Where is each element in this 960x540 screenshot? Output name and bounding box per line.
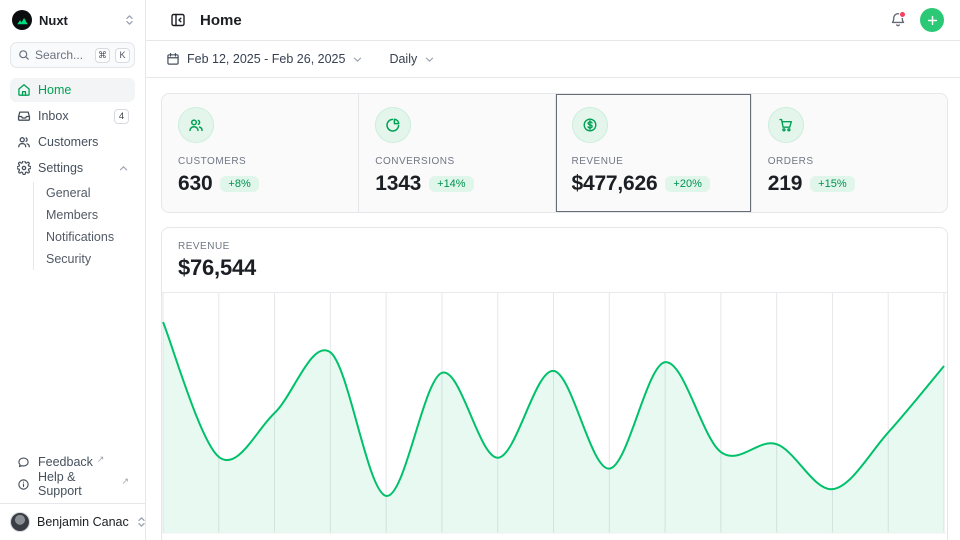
date-range-picker[interactable]: Feb 12, 2025 - Feb 26, 2025 <box>166 52 363 66</box>
filters-toolbar: Feb 12, 2025 - Feb 26, 2025 Daily <box>146 41 960 78</box>
stat-value: 1343 <box>375 172 421 196</box>
sidebar-item-general[interactable]: General <box>46 182 125 204</box>
sidebar-item-home[interactable]: Home <box>10 78 135 102</box>
user-name: Benjamin Canac <box>37 515 129 529</box>
avatar <box>10 512 30 532</box>
nuxt-logo-icon <box>12 10 32 30</box>
stat-delta-badge: +14% <box>429 176 473 192</box>
chevron-up-icon <box>118 163 129 174</box>
notifications-button[interactable] <box>886 8 910 32</box>
subnav-label: Members <box>46 208 98 222</box>
help-support-link[interactable]: Help & Support ↗ <box>10 473 135 495</box>
stat-card-orders[interactable]: ORDERS 219 +15% <box>751 94 947 212</box>
stat-label: REVENUE <box>572 156 735 167</box>
stat-value: 219 <box>768 172 802 196</box>
chevron-down-icon <box>352 54 363 65</box>
chevron-up-down-icon <box>136 516 147 528</box>
stat-value: $477,626 <box>572 172 658 196</box>
stat-delta-badge: +8% <box>220 176 258 192</box>
users-icon <box>16 135 31 150</box>
search-placeholder: Search... <box>35 48 90 62</box>
external-link-icon: ↗ <box>121 476 129 487</box>
kbd-k: K <box>115 48 130 63</box>
kbd-cmd: ⌘ <box>95 48 110 63</box>
stat-label: CONVERSIONS <box>375 156 538 167</box>
inbox-count-badge: 4 <box>114 109 129 124</box>
calendar-icon <box>166 52 180 66</box>
sidebar-nav: Home Inbox 4 Customers Settings Genera <box>0 76 145 272</box>
stat-delta-badge: +15% <box>810 176 854 192</box>
revenue-chart-card: REVENUE $76,544 14 Feb16 Feb18 Feb20 Feb… <box>161 227 948 540</box>
stat-value: 630 <box>178 172 212 196</box>
subnav-label: Notifications <box>46 230 114 244</box>
home-icon <box>16 83 31 98</box>
sidebar-item-label: Settings <box>38 161 111 175</box>
stat-card-revenue[interactable]: REVENUE $477,626 +20% <box>555 94 751 212</box>
user-menu[interactable]: Benjamin Canac <box>0 503 145 540</box>
page-header: Home <box>146 0 960 41</box>
main-area: Home Feb 12, 2025 - Feb 26, 2025 Daily <box>146 0 960 540</box>
external-link-icon: ↗ <box>97 454 105 465</box>
page-title: Home <box>200 12 876 29</box>
sidebar-item-settings[interactable]: Settings <box>10 156 135 180</box>
chat-bubble-icon <box>16 455 31 470</box>
chart-total-value: $76,544 <box>178 255 931 281</box>
workspace-name: Nuxt <box>39 13 117 28</box>
sidebar-item-label: Home <box>38 83 129 97</box>
chevron-down-icon <box>424 54 435 65</box>
info-circle-icon <box>16 477 31 492</box>
footer-link-label: Help & Support <box>38 470 117 498</box>
chart-header: REVENUE $76,544 <box>162 228 947 293</box>
sidebar-item-customers[interactable]: Customers <box>10 130 135 154</box>
period-select[interactable]: Daily <box>389 52 435 66</box>
search-icon <box>18 49 30 61</box>
subnav-label: Security <box>46 252 91 266</box>
date-range-label: Feb 12, 2025 - Feb 26, 2025 <box>187 52 345 66</box>
stat-delta-badge: +20% <box>665 176 709 192</box>
pie-chart-icon <box>375 107 411 143</box>
inbox-icon <box>16 109 31 124</box>
workspace-switcher[interactable]: Nuxt <box>0 0 145 36</box>
period-label: Daily <box>389 52 417 66</box>
chart-title: REVENUE <box>178 241 931 252</box>
stat-label: ORDERS <box>768 156 931 167</box>
footer-link-label: Feedback <box>38 455 93 469</box>
stat-card-customers[interactable]: CUSTOMERS 630 +8% <box>162 94 358 212</box>
sidebar: Nuxt Search... ⌘ K Home Inbox 4 <box>0 0 146 540</box>
sidebar-item-label: Inbox <box>38 109 107 123</box>
dollar-circle-icon <box>572 107 608 143</box>
sidebar-footer: Feedback ↗ Help & Support ↗ Benjamin Can… <box>0 447 145 540</box>
stats-row: CUSTOMERS 630 +8% CONVERSIONS 1343 +14% <box>161 93 948 213</box>
cart-icon <box>768 107 804 143</box>
sidebar-item-members[interactable]: Members <box>46 204 125 226</box>
sidebar-item-label: Customers <box>38 135 129 149</box>
stat-card-conversions[interactable]: CONVERSIONS 1343 +14% <box>358 94 554 212</box>
sidebar-item-inbox[interactable]: Inbox 4 <box>10 104 135 128</box>
settings-subnav: General Members Notifications Security <box>33 182 125 270</box>
subnav-label: General <box>46 186 90 200</box>
sidebar-item-security[interactable]: Security <box>46 248 125 270</box>
collapse-sidebar-button[interactable] <box>166 8 190 32</box>
users-icon <box>178 107 214 143</box>
chevron-up-down-icon[interactable] <box>124 14 135 26</box>
sidebar-item-notifications[interactable]: Notifications <box>46 226 125 248</box>
stat-label: CUSTOMERS <box>178 156 342 167</box>
search-input[interactable]: Search... ⌘ K <box>10 42 135 68</box>
revenue-area-chart[interactable] <box>162 293 947 537</box>
notification-dot <box>899 11 906 18</box>
add-button[interactable] <box>920 8 944 32</box>
gear-icon <box>16 161 31 176</box>
content: CUSTOMERS 630 +8% CONVERSIONS 1343 +14% <box>146 78 960 540</box>
